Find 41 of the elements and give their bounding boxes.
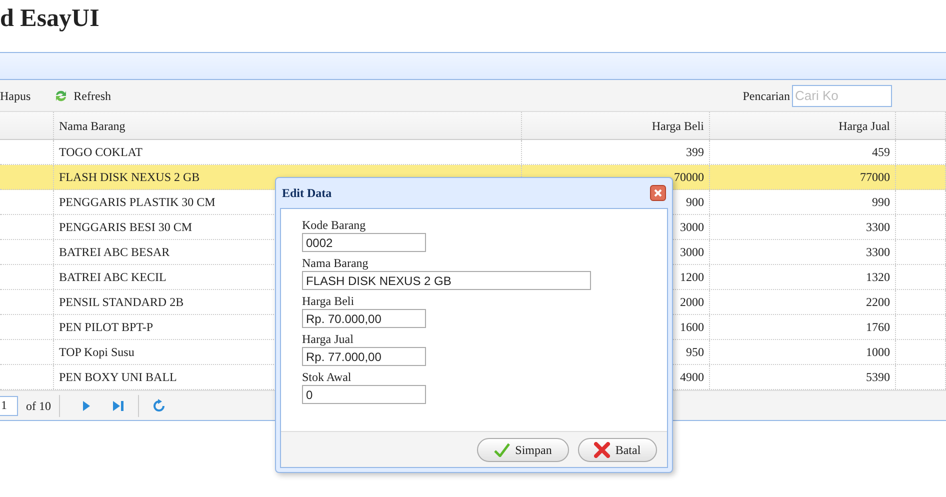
table-cell: 4900 [680, 370, 704, 384]
table-cell: 2200 [866, 295, 890, 309]
column-header: Harga Beli [522, 112, 710, 139]
table-cell: 990 [872, 195, 890, 209]
page-title: d EsayUI [0, 4, 100, 34]
table-cell: PENGGARIS BESI 30 CM [59, 220, 192, 234]
table-cell: 3000 [680, 220, 704, 234]
column-header: Harga Jual [710, 112, 896, 139]
table-cell: 1200 [680, 270, 704, 284]
search-label: Pencarian [742, 88, 790, 104]
table-cell: TOP Kopi Susu [59, 345, 134, 359]
column-header: Nama Barang [54, 112, 522, 139]
table-cell: 1600 [680, 320, 704, 334]
table-cell: 1000 [866, 345, 890, 359]
table-cell: 950 [686, 345, 704, 359]
table-cell: TOGO COKLAT [59, 145, 142, 159]
table-cell: 3300 [866, 245, 890, 259]
field-label: Harga Jual [302, 331, 354, 347]
field-label: Harga Beli [302, 293, 356, 309]
table-cell: PEN PILOT BPT-P [59, 320, 154, 334]
table-cell: 77000 [860, 170, 890, 184]
table-cell: BATREI ABC BESAR [59, 245, 170, 259]
table-cell: 900 [686, 195, 704, 209]
table-cell: FLASH DISK NEXUS 2 GB [59, 170, 200, 184]
table-cell: 1760 [866, 320, 890, 334]
table-cell: 3000 [680, 245, 704, 259]
table-cell: BATREI ABC KECIL [59, 270, 166, 284]
table-cell: 2000 [680, 295, 704, 309]
table-cell: 3300 [866, 220, 890, 234]
table-cell: 5390 [866, 370, 890, 384]
table-cell: 70000 [674, 170, 704, 184]
table-cell: PEN BOXY UNI BALL [59, 370, 177, 384]
table-cell: PENSIL STANDARD 2B [59, 295, 184, 309]
table-cell: 459 [872, 145, 890, 159]
field-label: Stok Awal [302, 369, 352, 385]
table-cell: 1320 [866, 270, 890, 284]
table-cell: PENGGARIS PLASTIK 30 CM [59, 195, 216, 209]
page-count: of 10 [26, 398, 51, 414]
dialog-title: Edit Data [282, 185, 332, 202]
field-label: Kode Barang [302, 217, 367, 233]
table-cell: 399 [686, 145, 704, 159]
